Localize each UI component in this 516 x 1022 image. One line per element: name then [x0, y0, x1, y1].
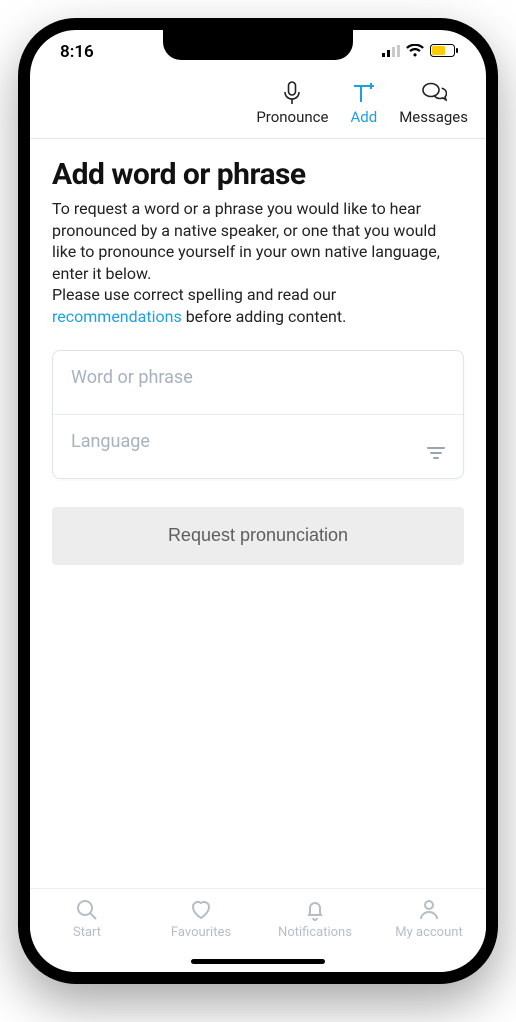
nav-add-label: Add: [350, 108, 377, 126]
nav-add[interactable]: Add: [350, 80, 377, 126]
bottom-nav: Start Favourites Notifications My accoun…: [30, 888, 486, 972]
tab-account[interactable]: My account: [372, 897, 486, 940]
tab-start[interactable]: Start: [30, 897, 144, 940]
tab-account-label: My account: [395, 925, 462, 940]
language-field-label: Language: [71, 431, 445, 452]
tab-notifications[interactable]: Notifications: [258, 897, 372, 940]
microphone-icon: [282, 80, 302, 106]
status-icons: [382, 42, 458, 62]
nav-messages-label: Messages: [399, 108, 468, 126]
tab-start-label: Start: [73, 925, 101, 940]
nav-messages[interactable]: Messages: [399, 80, 468, 126]
battery-icon: [430, 42, 458, 62]
form-card: Word or phrase Language: [52, 350, 464, 479]
page-title: Add word or phrase: [52, 157, 464, 192]
desc-part2b: before adding content.: [182, 307, 347, 326]
desc-part1: To request a word or a phrase you would …: [52, 199, 440, 283]
desc-part2a: Please use correct spelling and read our: [52, 285, 336, 304]
filter-icon[interactable]: [427, 445, 445, 464]
page-description: To request a word or a phrase you would …: [52, 198, 464, 328]
request-pronunciation-button[interactable]: Request pronunciation: [52, 507, 464, 565]
device-notch: [163, 30, 353, 60]
word-field[interactable]: Word or phrase: [53, 351, 463, 414]
chat-icon: [421, 80, 447, 106]
nav-pronounce-label: Pronounce: [256, 108, 328, 126]
main-content: Add word or phrase To request a word or …: [30, 139, 486, 565]
bell-icon: [303, 897, 327, 923]
wifi-icon: [406, 42, 424, 62]
word-field-label: Word or phrase: [71, 367, 445, 388]
phone-frame: 8:16 Pronounce Add: [18, 18, 498, 984]
tab-notifications-label: Notifications: [278, 925, 352, 940]
user-icon: [417, 897, 441, 923]
search-icon: [75, 897, 99, 923]
nav-pronounce[interactable]: Pronounce: [256, 80, 328, 126]
heart-icon: [189, 897, 213, 923]
home-indicator[interactable]: [191, 959, 325, 964]
tab-favourites[interactable]: Favourites: [144, 897, 258, 940]
cellular-icon: [382, 42, 400, 62]
recommendations-link[interactable]: recommendations: [52, 307, 182, 326]
top-nav: Pronounce Add Messages: [30, 74, 486, 139]
language-field[interactable]: Language: [53, 414, 463, 478]
status-time: 8:16: [60, 42, 94, 62]
tab-favourites-label: Favourites: [171, 925, 231, 940]
text-plus-icon: [351, 80, 377, 106]
